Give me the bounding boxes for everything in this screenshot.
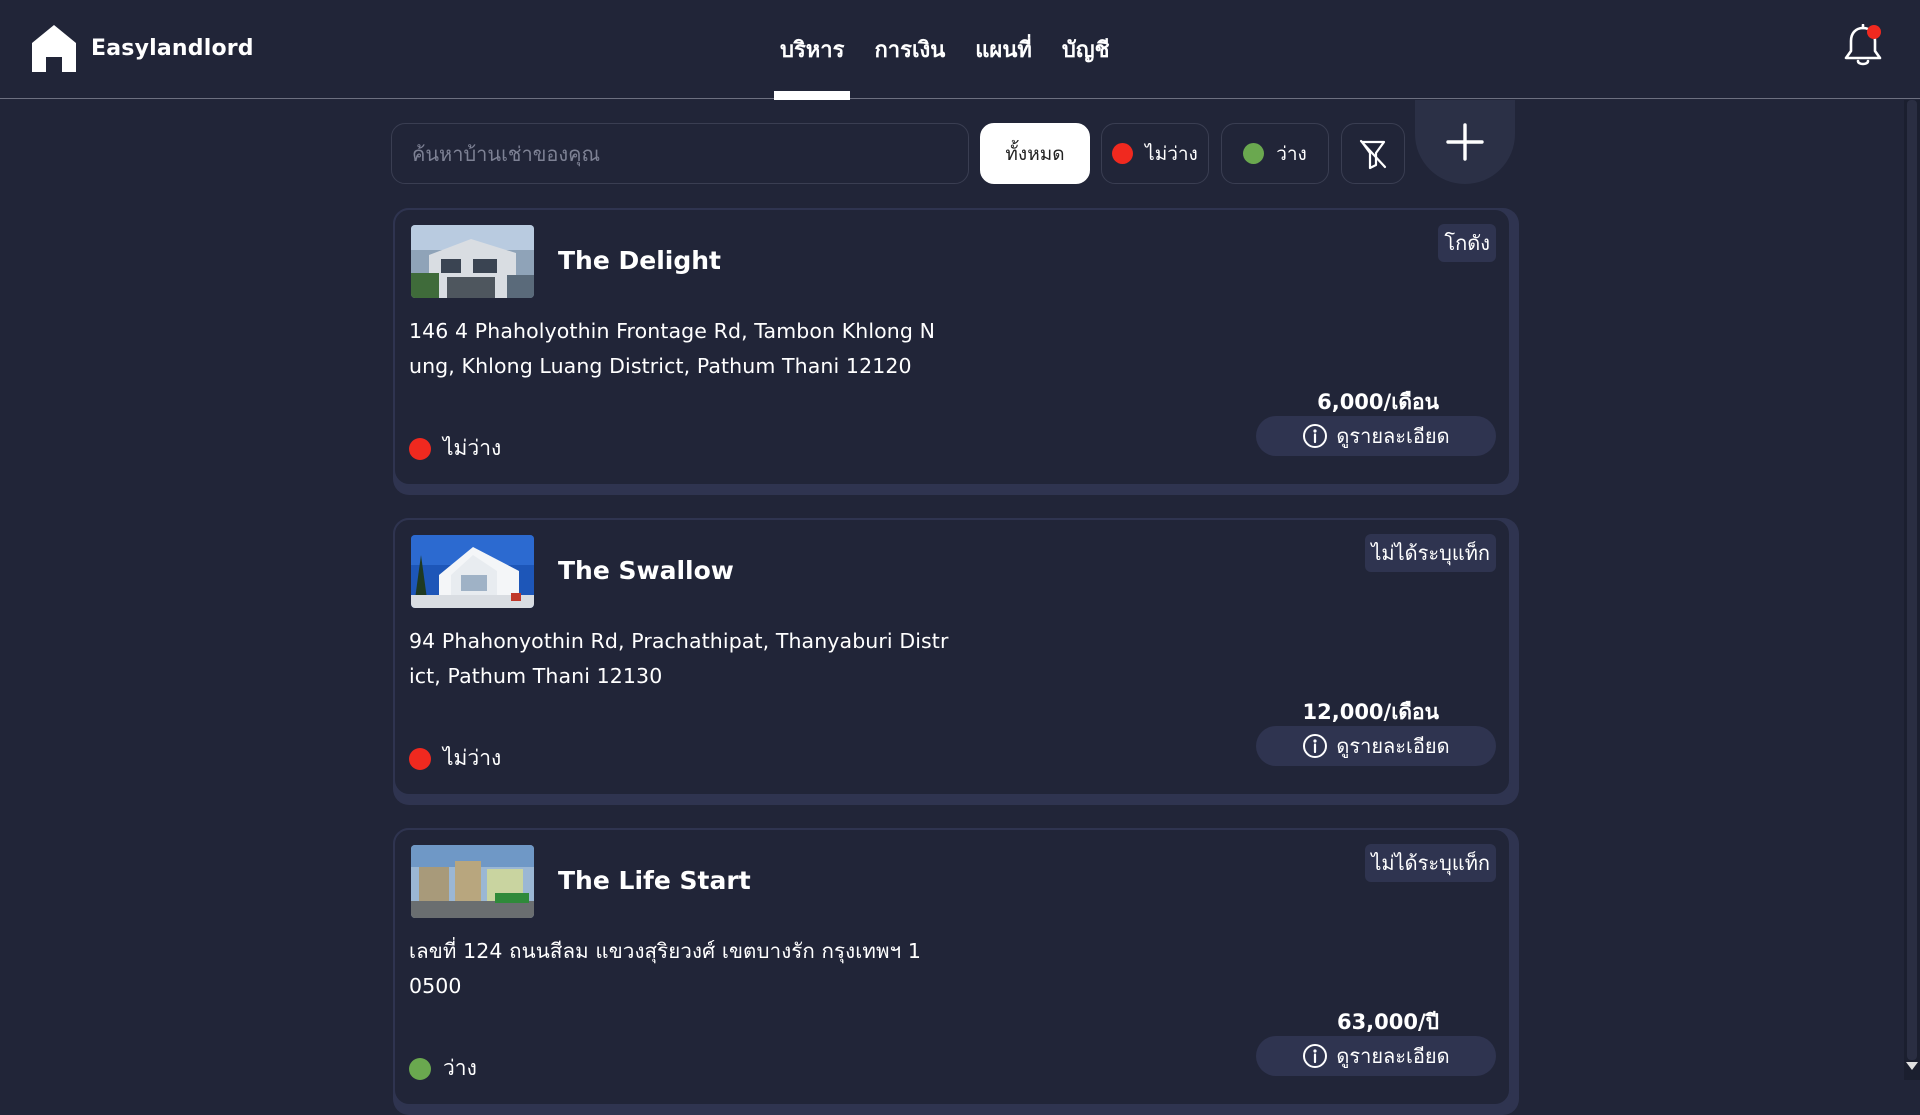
- status-label: ไม่ว่าง: [443, 746, 502, 770]
- property-tag: ไม่ได้ระบุแท็ก: [1365, 534, 1496, 572]
- top-navigation-bar: Easylandlord บริหาร การเงิน แผนที่ บัญชี: [0, 0, 1920, 100]
- view-details-label: ดูรายละเอียด: [1336, 734, 1450, 758]
- main-nav: บริหาร การเงิน แผนที่ บัญชี: [773, 0, 1140, 100]
- filter-all-button[interactable]: ทั้งหมด: [980, 123, 1090, 184]
- info-icon: [1303, 1044, 1328, 1068]
- brand[interactable]: Easylandlord: [31, 24, 254, 73]
- property-address: 146 4 Phaholyothin Frontage Rd, Tambon K…: [409, 314, 984, 384]
- property-name: The Swallow: [558, 556, 734, 585]
- scroll-down-arrow-icon[interactable]: [1906, 1062, 1918, 1070]
- property-address: เลขที่ 124 ถนนสีลม แขวงสุริยวงศ์ เขตบางร…: [409, 934, 984, 1004]
- address-line: ict, Pathum Thani 12130: [409, 664, 663, 688]
- nav-item-account[interactable]: บัญชี: [1062, 0, 1110, 99]
- status-label: ไม่ว่าง: [443, 436, 502, 460]
- brand-name: Easylandlord: [91, 36, 254, 61]
- clear-filter-button[interactable]: [1341, 123, 1405, 184]
- property-photo: [411, 845, 534, 918]
- filter-occupied-label: ไม่ว่าง: [1145, 142, 1198, 165]
- view-details-label: ดูรายละเอียด: [1336, 424, 1450, 448]
- view-details-button[interactable]: ดูรายละเอียด: [1256, 726, 1496, 766]
- plus-icon: [1446, 123, 1484, 161]
- filter-vacant-label: ว่าง: [1276, 142, 1307, 165]
- nav-item-manage[interactable]: บริหาร: [773, 0, 851, 100]
- property-status: ไม่ว่าง: [409, 742, 501, 775]
- info-icon: [1303, 424, 1328, 448]
- status-label: ว่าง: [443, 1056, 477, 1080]
- property-card[interactable]: The Life Start ไม่ได้ระบุแท็ก เลขที่ 124…: [393, 828, 1511, 1106]
- property-status: ไม่ว่าง: [409, 432, 501, 465]
- property-price: 12,000/เดือน: [1302, 700, 1440, 724]
- property-photo: [411, 225, 534, 298]
- notification-badge: [1867, 25, 1881, 39]
- info-icon: [1303, 734, 1328, 758]
- home-icon: [32, 25, 76, 72]
- filter-off-icon: [1359, 139, 1387, 169]
- address-line: เลขที่ 124 ถนนสีลม แขวงสุริยวงศ์ เขตบางร…: [409, 939, 921, 963]
- address-line: ung, Khlong Luang District, Pathum Thani…: [409, 354, 912, 378]
- address-line: 146 4 Phaholyothin Frontage Rd, Tambon K…: [409, 319, 936, 343]
- occupied-dot-icon: [409, 747, 431, 770]
- property-status: ว่าง: [409, 1052, 477, 1085]
- filter-all-label: ทั้งหมด: [1005, 142, 1065, 165]
- property-name: The Life Start: [558, 866, 751, 895]
- view-details-button[interactable]: ดูรายละเอียด: [1256, 1036, 1496, 1076]
- add-property-button[interactable]: [1415, 100, 1515, 184]
- property-price: 63,000/ปี: [1336, 1010, 1439, 1034]
- property-photo: [411, 535, 534, 608]
- view-details-button[interactable]: ดูรายละเอียด: [1256, 416, 1496, 456]
- property-tag: ไม่ได้ระบุแท็ก: [1365, 844, 1496, 882]
- nav-item-map[interactable]: แผนที่: [975, 0, 1032, 99]
- vacant-dot-icon: [409, 1057, 431, 1080]
- nav-item-finance[interactable]: การเงิน: [874, 0, 945, 99]
- address-line: 94 Phahonyothin Rd, Prachathipat, Thanya…: [409, 629, 949, 653]
- property-card[interactable]: The Delight โกดัง 146 4 Phaholyothin Fro…: [393, 208, 1511, 486]
- filter-occupied-button[interactable]: ไม่ว่าง: [1101, 123, 1209, 184]
- property-price: 6,000/เดือน: [1317, 390, 1439, 414]
- property-card[interactable]: The Swallow ไม่ได้ระบุแท็ก 94 Phahonyoth…: [393, 518, 1511, 796]
- vacant-dot-icon: [1243, 143, 1265, 164]
- property-name: The Delight: [558, 246, 722, 275]
- search-input[interactable]: [391, 123, 969, 184]
- property-tag: โกดัง: [1438, 224, 1496, 262]
- view-details-label: ดูรายละเอียด: [1336, 1044, 1450, 1068]
- scrollbar-thumb[interactable]: [1907, 100, 1917, 1060]
- occupied-dot-icon: [409, 437, 431, 460]
- address-line: 0500: [409, 974, 462, 998]
- property-address: 94 Phahonyothin Rd, Prachathipat, Thanya…: [409, 624, 984, 694]
- filter-vacant-button[interactable]: ว่าง: [1221, 123, 1329, 184]
- occupied-dot-icon: [1112, 143, 1134, 164]
